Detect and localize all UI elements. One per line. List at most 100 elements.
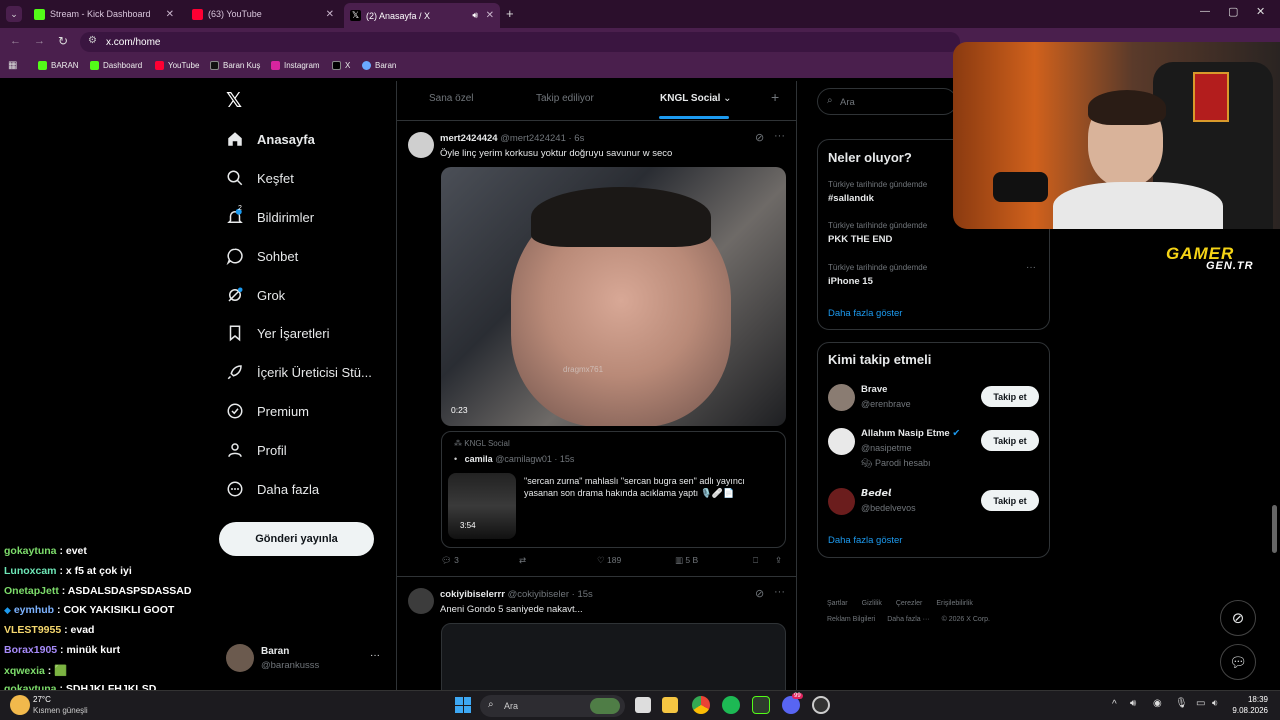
tab-x[interactable]: 𝕏 (2) Anasayfa / X 🔊︎ ✕ — [344, 3, 500, 28]
taskbar-search[interactable]: ⌕ Ara — [480, 695, 625, 717]
share-icon[interactable]: ⇪ — [775, 555, 782, 566]
reload-icon[interactable]: ↻ — [58, 34, 68, 48]
footer-link[interactable]: Şartlar — [827, 600, 848, 607]
like-button[interactable]: ♡ 189 — [597, 555, 621, 566]
chrome-icon[interactable] — [692, 696, 710, 714]
x-logo-icon[interactable]: 𝕏 — [226, 88, 242, 113]
site-info-icon[interactable]: ⚙ — [88, 35, 97, 46]
post-button[interactable]: Gönderi yayınla — [219, 522, 374, 556]
start-button[interactable] — [455, 697, 471, 713]
tray-discord-icon[interactable]: ◉ — [1153, 698, 1162, 709]
nav-chat[interactable]: Sohbet — [226, 241, 298, 271]
page-scrollbar[interactable] — [1272, 505, 1277, 553]
bookmark-youtube[interactable]: YouTube — [155, 61, 199, 70]
search-input[interactable]: ⌕ Ara — [817, 88, 957, 115]
footer-link[interactable]: Daha fazla ··· — [887, 616, 929, 623]
tab-kick[interactable]: Stream - Kick Dashboard ✕ — [28, 4, 180, 24]
post[interactable]: cokiyibiselerrr @cokiyibiseler · 15s ⊘ ·… — [397, 578, 796, 693]
nav-profile[interactable]: Profil — [226, 435, 287, 465]
trends-show-more-link[interactable]: Daha fazla göster — [828, 308, 902, 319]
messages-float-button[interactable]: 💬︎ — [1220, 644, 1256, 680]
tab-youtube[interactable]: (63) YouTube ✕ — [186, 4, 340, 24]
weather-icon[interactable] — [10, 695, 30, 715]
follow-suggestion[interactable]: Brave @erenbrave Takip et — [828, 383, 1043, 415]
nav-explore[interactable]: Keşfet — [226, 163, 294, 193]
footer-link[interactable]: Erişilebilirlik — [936, 600, 973, 607]
footer-link[interactable]: Çerezler — [896, 600, 922, 607]
nav-creator-studio[interactable]: İçerik Üreticisi Stü... — [226, 357, 372, 387]
trend-item[interactable]: Türkiye tarihinde gündemde PKK THE END — [828, 221, 927, 245]
minimize-icon[interactable]: — — [1200, 6, 1210, 17]
bookmark-tiktok[interactable]: Baran Kuş — [210, 61, 260, 70]
more-icon[interactable]: ··· — [774, 130, 785, 142]
maximize-icon[interactable]: ▢ — [1228, 5, 1238, 18]
trend-item[interactable]: Türkiye tarihinde gündemde #sallandık — [828, 180, 927, 204]
tab-following[interactable]: Takip ediliyor — [536, 93, 594, 104]
close-tab-icon[interactable]: ✕ — [486, 10, 494, 21]
tray-mic-icon[interactable]: 🎙︎ — [1175, 698, 1188, 709]
nav-notifications[interactable]: Bildirimler 2 — [226, 202, 314, 232]
reply-button[interactable]: 💬︎ 3 — [441, 555, 459, 566]
follow-button[interactable]: Takip et — [981, 490, 1039, 511]
tab-for-you[interactable]: Sana özel — [429, 93, 473, 104]
nav-more[interactable]: Daha fazla — [226, 474, 319, 504]
follow-show-more-link[interactable]: Daha fazla göster — [828, 535, 902, 546]
tray-audio-icon[interactable]: 🔊︎ — [1130, 698, 1136, 709]
post-media[interactable] — [441, 623, 786, 693]
bookmark-instagram[interactable]: Instagram — [271, 61, 320, 70]
nav-bookmarks[interactable]: Yer İşaretleri — [226, 318, 330, 348]
task-view-icon[interactable] — [635, 697, 651, 713]
tab-list-chevron-icon[interactable]: ⌄ — [6, 6, 22, 22]
account-switcher[interactable]: Baran @barankusss ··· — [226, 644, 386, 678]
add-tab-button[interactable]: + — [771, 89, 779, 105]
grok-icon[interactable]: ⊘ — [755, 587, 764, 600]
nav-grok[interactable]: Grok — [226, 280, 285, 310]
close-window-icon[interactable]: ✕ — [1256, 5, 1265, 18]
nav-home[interactable]: Anasayfa — [226, 124, 315, 154]
tray-chevron-up-icon[interactable]: ^ — [1112, 699, 1117, 710]
bookmark-baran[interactable]: BARAN — [38, 61, 79, 70]
post-author-name[interactable]: mert2424424 — [440, 133, 498, 144]
views-button[interactable]: ▥ 5 B — [675, 555, 698, 566]
bookmark-baran-2[interactable]: Baran — [362, 61, 396, 70]
post-video[interactable]: dragmx761 0:23 — [441, 167, 786, 426]
discord-icon[interactable]: 99 — [782, 693, 803, 714]
quote-thumbnail[interactable]: 3:54 — [448, 473, 516, 539]
follow-button[interactable]: Takip et — [981, 430, 1039, 451]
app-icon[interactable] — [752, 696, 770, 714]
footer-link[interactable]: Gizlilik — [862, 600, 882, 607]
grok-float-button[interactable]: ⊘ — [1220, 600, 1256, 636]
post-author-name[interactable]: cokiyibiselerrr — [440, 589, 505, 600]
close-tab-icon[interactable]: ✕ — [166, 9, 174, 20]
more-icon[interactable]: ··· — [774, 586, 785, 598]
url-field[interactable]: ⚙ x.com/home — [80, 32, 960, 52]
tray-network-icon[interactable]: ▭ — [1196, 698, 1205, 709]
trend-item[interactable]: Türkiye tarihinde gündemde iPhone 15 — [828, 263, 927, 287]
nav-premium[interactable]: Premium — [226, 396, 309, 426]
close-tab-icon[interactable]: ✕ — [326, 9, 334, 20]
grok-icon[interactable]: ⊘ — [755, 131, 764, 144]
tab-kngl-social[interactable]: KNGL Social ⌄ — [660, 93, 732, 104]
post[interactable]: mert2424424 @mert2424241 · 6s ⊘ ··· Öyle… — [397, 122, 796, 577]
follow-button[interactable]: Takip et — [981, 386, 1039, 407]
footer-link[interactable]: Reklam Bilgileri — [827, 616, 875, 623]
clock-time[interactable]: 18:39 — [1236, 695, 1268, 704]
tray-volume-icon[interactable]: 🔉︎ — [1212, 698, 1218, 709]
bookmark-dashboard[interactable]: Dashboard — [90, 61, 142, 70]
back-icon[interactable]: ← — [10, 35, 21, 47]
apps-grid-icon[interactable]: ▦ — [8, 60, 17, 71]
forward-icon[interactable]: → — [34, 35, 45, 47]
quoted-post[interactable]: ⁂ KNGL Social • camila @camilagw01 · 15s… — [441, 431, 786, 548]
repost-icon[interactable]: ⇄ — [519, 555, 526, 566]
bookmark-x[interactable]: X — [332, 61, 350, 70]
new-tab-button[interactable]: + — [506, 6, 514, 21]
speaker-icon[interactable]: 🔊︎ — [472, 10, 478, 21]
file-explorer-icon[interactable] — [662, 697, 678, 713]
spotify-icon[interactable] — [722, 696, 740, 714]
follow-suggestion[interactable]: 𝘽𝙚𝙙𝙚𝙡 @bedelvevos Takip et — [828, 487, 1043, 519]
more-icon[interactable]: ··· — [370, 650, 380, 661]
obs-icon[interactable] — [812, 696, 830, 714]
clock-date[interactable]: 9.08.2026 — [1226, 706, 1268, 715]
follow-suggestion[interactable]: Allahım Nasip Etme ✔ @nasipetme 🎭︎ Parod… — [828, 427, 1043, 473]
bookmark-icon[interactable]: ⎕ — [753, 555, 758, 566]
